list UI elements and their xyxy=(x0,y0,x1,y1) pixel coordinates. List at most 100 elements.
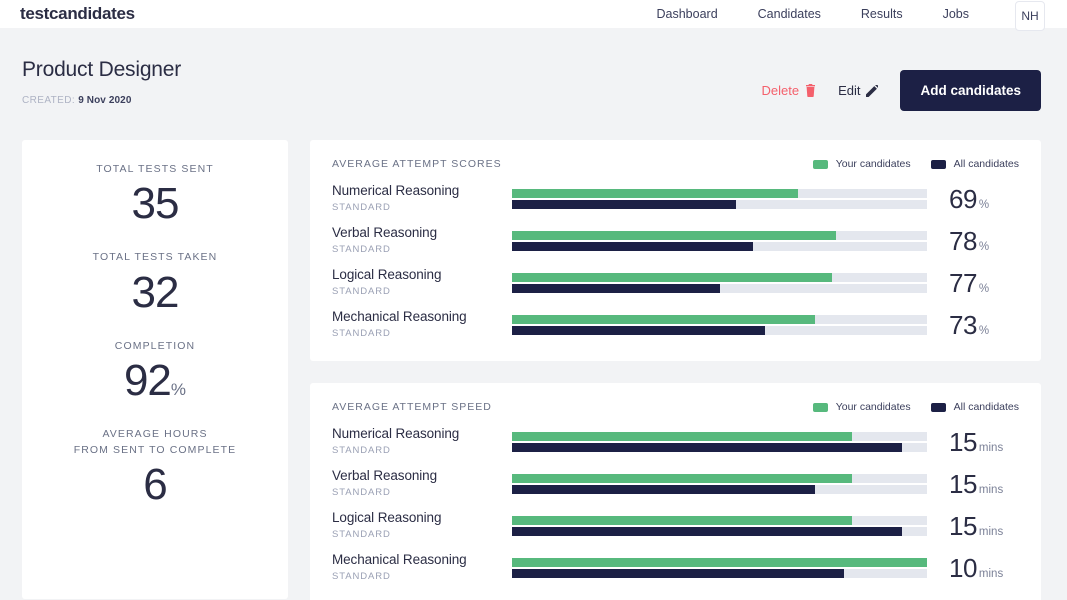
bar-track-all xyxy=(512,200,927,209)
row-subtitle: STANDARD xyxy=(332,529,512,540)
value-unit: mins xyxy=(979,442,1003,454)
value-number: 69 xyxy=(949,184,977,214)
value-number: 10 xyxy=(949,553,977,583)
bar-fill-your xyxy=(512,558,927,567)
created-line: CREATED: 9 Nov 2020 xyxy=(22,95,761,106)
bar-track-all xyxy=(512,527,927,536)
value-number: 77 xyxy=(949,268,977,298)
value-unit: % xyxy=(979,241,989,253)
row-value: 78% xyxy=(927,224,1019,257)
bar-fill-your xyxy=(512,516,852,525)
row-bars xyxy=(512,467,927,494)
table-row: Logical Reasoning STANDARD 77% xyxy=(332,266,1019,299)
bar-fill-all xyxy=(512,527,902,536)
row-value: 73% xyxy=(927,308,1019,341)
row-labels: Logical Reasoning STANDARD xyxy=(332,266,512,297)
created-value: 9 Nov 2020 xyxy=(78,95,131,106)
charts-column: AVERAGE ATTEMPT SCORES Your candidates A… xyxy=(310,140,1041,600)
legend-swatch-navy xyxy=(931,160,946,169)
value-number: 15 xyxy=(949,427,977,457)
row-value: 15mins xyxy=(927,425,1019,458)
content-area: TOTAL TESTS SENT 35 TOTAL TESTS TAKEN 32… xyxy=(0,140,1067,600)
edit-button[interactable]: Edit xyxy=(838,83,878,98)
bar-fill-all xyxy=(512,443,902,452)
row-labels: Mechanical Reasoning STANDARD xyxy=(332,308,512,339)
avatar[interactable]: NH xyxy=(1015,1,1045,31)
stat-label: TOTAL TESTS TAKEN xyxy=(22,250,288,265)
row-subtitle: STANDARD xyxy=(332,328,512,339)
row-name: Numerical Reasoning xyxy=(332,426,512,443)
bar-fill-your xyxy=(512,315,815,324)
brand-logo[interactable]: testcandidates xyxy=(20,4,135,24)
table-row: Mechanical Reasoning STANDARD 73% xyxy=(332,308,1019,341)
average-attempt-speed-card: AVERAGE ATTEMPT SPEED Your candidates Al… xyxy=(310,383,1041,600)
row-name: Mechanical Reasoning xyxy=(332,309,512,326)
bar-fill-your xyxy=(512,432,852,441)
bar-fill-all xyxy=(512,485,815,494)
row-subtitle: STANDARD xyxy=(332,445,512,456)
row-subtitle: STANDARD xyxy=(332,487,512,498)
stat-average-hours: AVERAGE HOURS FROM SENT TO COMPLETE 6 xyxy=(22,427,288,509)
stat-value: 35 xyxy=(22,179,288,228)
stat-value: 6 xyxy=(22,460,288,509)
row-subtitle: STANDARD xyxy=(332,286,512,297)
stat-value: 32 xyxy=(22,268,288,317)
row-bars xyxy=(512,224,927,251)
legend-swatch-navy xyxy=(931,403,946,412)
main-nav: Dashboard Candidates Results Jobs NH xyxy=(657,0,1046,28)
page-title: Product Designer xyxy=(22,58,761,82)
bar-track-your xyxy=(512,189,927,198)
trash-icon xyxy=(805,84,816,97)
stat-label: COMPLETION xyxy=(22,339,288,354)
bar-track-your xyxy=(512,558,927,567)
legend-label: All candidates xyxy=(954,158,1019,170)
nav-item-jobs[interactable]: Jobs xyxy=(943,7,969,21)
legend-item-your-candidates: Your candidates xyxy=(813,401,911,413)
bar-fill-your xyxy=(512,474,852,483)
value-unit: % xyxy=(979,199,989,211)
row-bars xyxy=(512,182,927,209)
pencil-icon xyxy=(866,85,878,97)
table-row: Verbal Reasoning STANDARD 78% xyxy=(332,224,1019,257)
row-subtitle: STANDARD xyxy=(332,571,512,582)
created-label: CREATED: xyxy=(22,95,75,106)
nav-item-candidates[interactable]: Candidates xyxy=(758,7,821,21)
top-navigation-bar: testcandidates Dashboard Candidates Resu… xyxy=(0,0,1067,28)
row-name: Mechanical Reasoning xyxy=(332,552,512,569)
bar-fill-all xyxy=(512,569,844,578)
bar-track-your xyxy=(512,273,927,282)
row-name: Verbal Reasoning xyxy=(332,468,512,485)
value-unit: % xyxy=(979,325,989,337)
bar-fill-your xyxy=(512,189,798,198)
nav-item-dashboard[interactable]: Dashboard xyxy=(657,7,718,21)
chart-header: AVERAGE ATTEMPT SCORES Your candidates A… xyxy=(332,158,1019,170)
bar-track-all xyxy=(512,443,927,452)
row-value: 10mins xyxy=(927,551,1019,584)
legend-label: All candidates xyxy=(954,401,1019,413)
table-row: Logical Reasoning STANDARD 15mins xyxy=(332,509,1019,542)
row-value: 15mins xyxy=(927,467,1019,500)
nav-item-results[interactable]: Results xyxy=(861,7,903,21)
header-actions: Delete Edit Add candidates xyxy=(761,70,1041,111)
bar-track-all xyxy=(512,284,927,293)
row-name: Logical Reasoning xyxy=(332,267,512,284)
bar-track-your xyxy=(512,315,927,324)
row-subtitle: STANDARD xyxy=(332,244,512,255)
row-bars xyxy=(512,266,927,293)
bar-fill-all xyxy=(512,200,736,209)
legend-swatch-green xyxy=(813,160,828,169)
stat-completion: COMPLETION 92% xyxy=(22,339,288,405)
chart-header: AVERAGE ATTEMPT SPEED Your candidates Al… xyxy=(332,401,1019,413)
row-labels: Verbal Reasoning STANDARD xyxy=(332,224,512,255)
delete-label: Delete xyxy=(761,83,799,98)
delete-button[interactable]: Delete xyxy=(761,83,816,98)
row-value: 69% xyxy=(927,182,1019,215)
chart-legend: Your candidates All candidates xyxy=(813,158,1019,170)
scores-rows: Numerical Reasoning STANDARD 69% Verbal … xyxy=(332,182,1019,341)
row-bars xyxy=(512,425,927,452)
stat-label: AVERAGE HOURS FROM SENT TO COMPLETE xyxy=(22,427,288,457)
edit-label: Edit xyxy=(838,83,860,98)
row-bars xyxy=(512,551,927,578)
value-unit: mins xyxy=(979,526,1003,538)
add-candidates-button[interactable]: Add candidates xyxy=(900,70,1041,111)
